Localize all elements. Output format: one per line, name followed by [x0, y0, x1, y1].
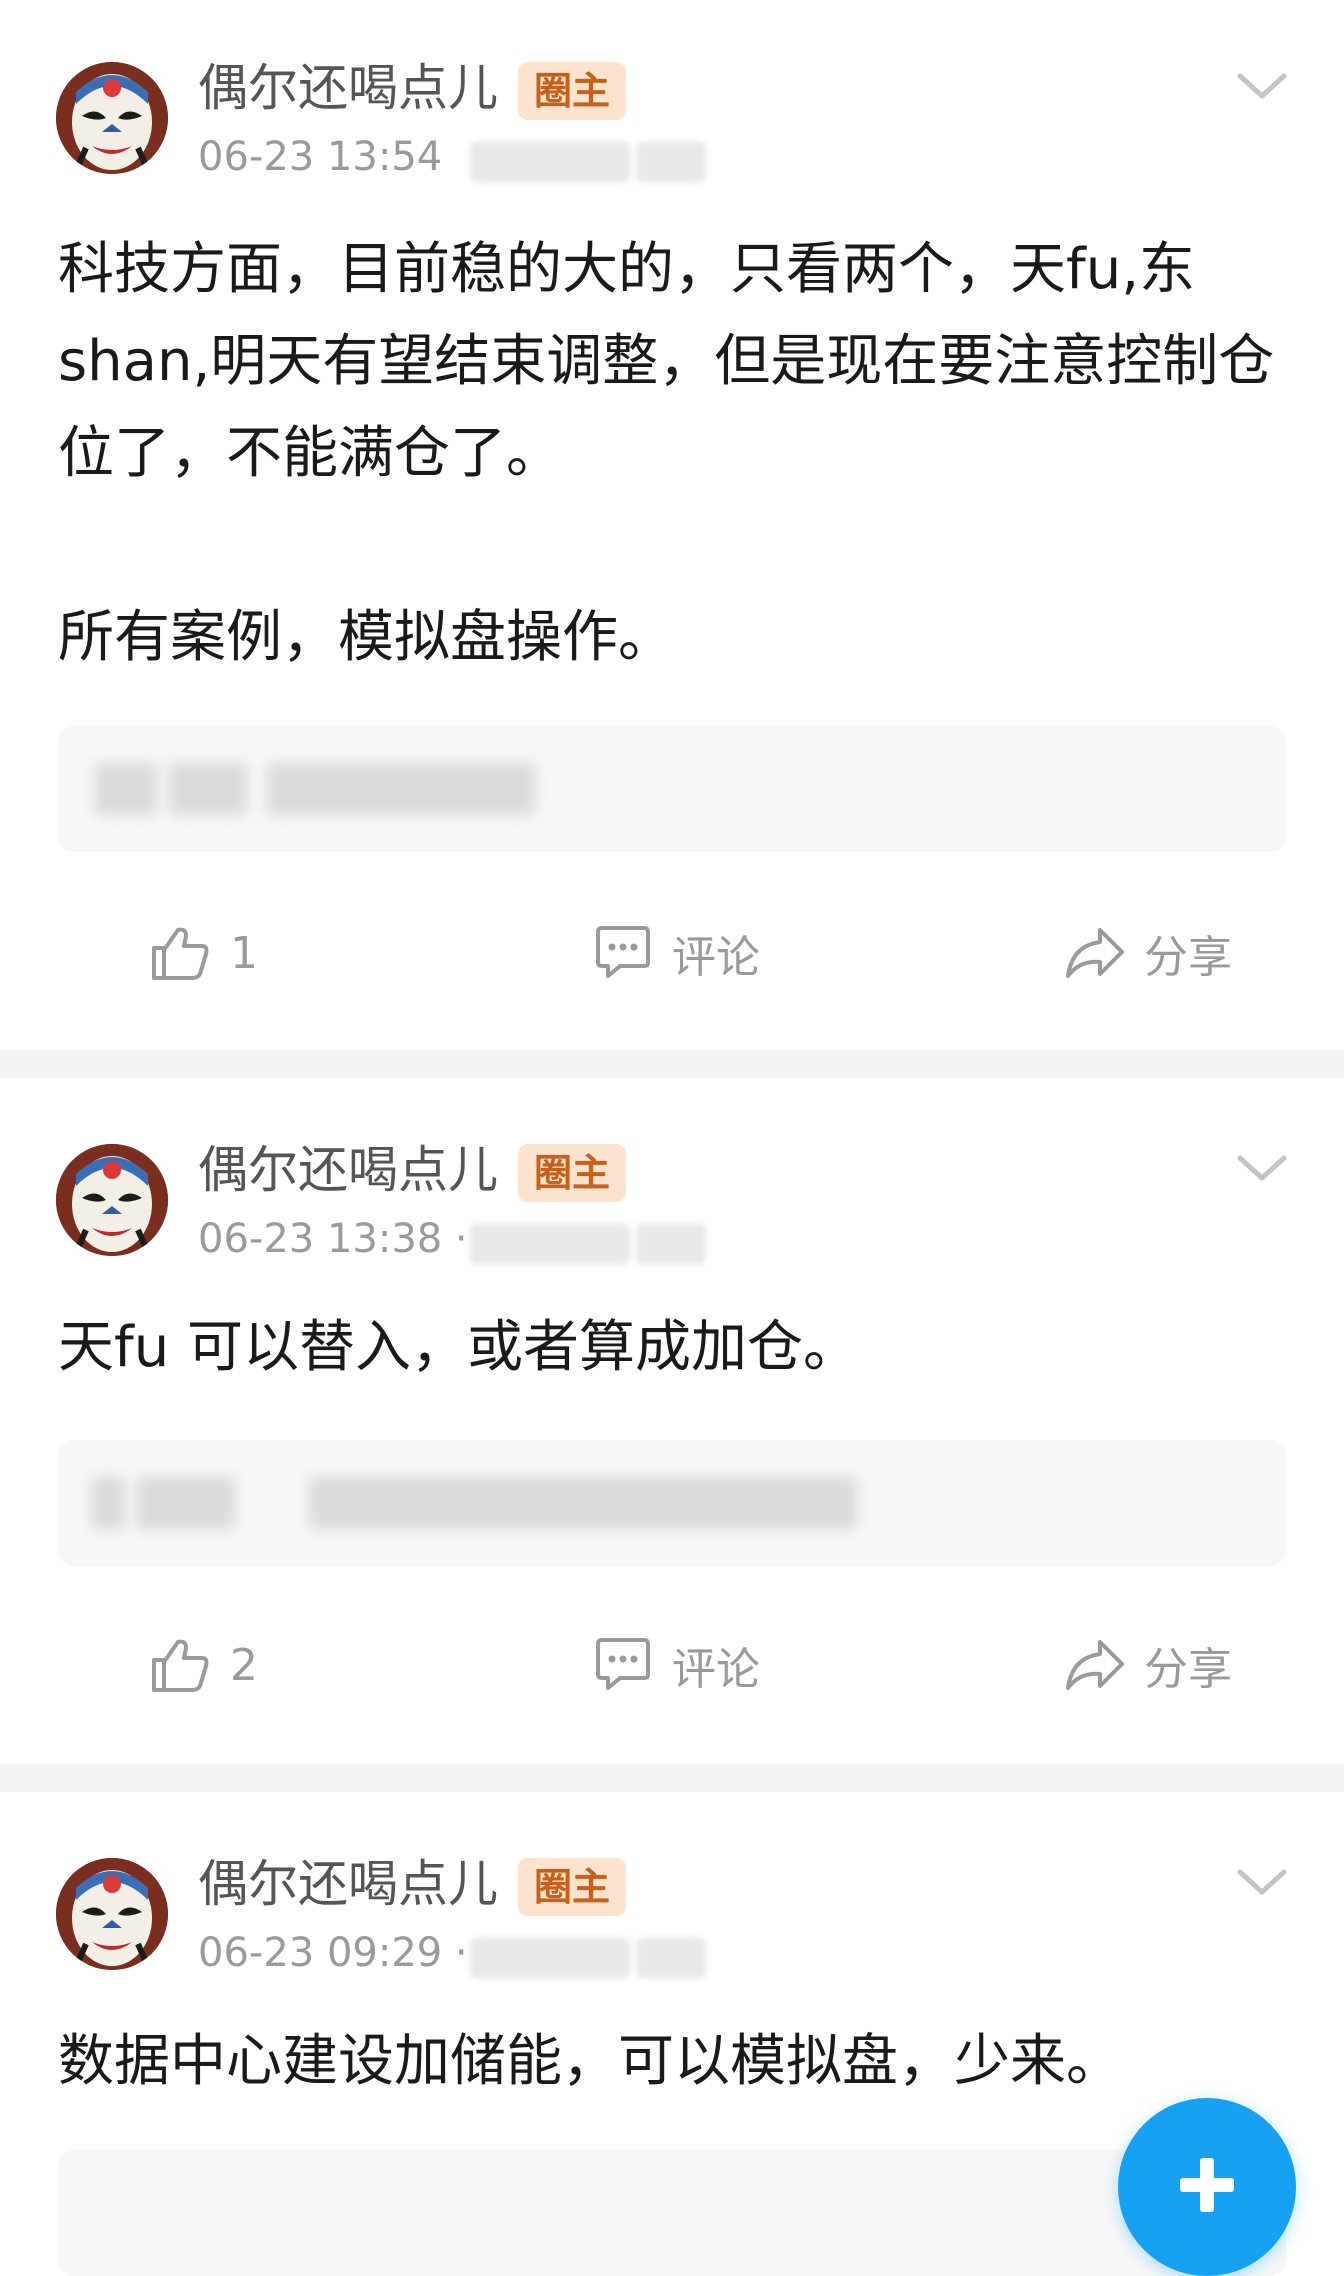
- post-timestamp: 06-23 09:29 ·: [198, 1930, 468, 1976]
- chevron-down-icon[interactable]: [1232, 62, 1292, 110]
- share-label: 分享: [1144, 1644, 1232, 1695]
- like-button[interactable]: 1: [150, 908, 258, 998]
- avatar[interactable]: [56, 1858, 168, 1970]
- opera-mask-avatar-image: [56, 1144, 168, 1256]
- share-arrow-icon: [1066, 1640, 1124, 1690]
- post-card: 偶尔还喝点儿 圈主 06-23 13:54 科技方面，目前稳的大的，只看两个，天…: [0, 0, 1344, 1058]
- post-divider: [0, 1050, 1344, 1078]
- thumbs-up-icon: [152, 927, 209, 980]
- post-actions: 2 评论 分享: [0, 1620, 1344, 1710]
- quoted-reference[interactable]: [58, 726, 1286, 852]
- share-label: 分享: [1144, 932, 1232, 983]
- thumbs-up-icon: [152, 1639, 209, 1692]
- post-content: 天fu 可以替入，或者算成加仓。: [58, 1315, 860, 1380]
- avatar[interactable]: [56, 62, 168, 174]
- redacted-location: [470, 1934, 740, 1982]
- redacted-location: [470, 138, 740, 186]
- post-content: 数据中心建设加储能，可以模拟盘，少来。: [58, 2029, 1122, 2094]
- like-button[interactable]: 2: [150, 1620, 258, 1710]
- comment-button[interactable]: 评论: [592, 908, 760, 998]
- owner-badge: 圈主: [518, 1858, 627, 1916]
- opera-mask-avatar-image: [56, 62, 168, 174]
- post-card: 偶尔还喝点儿 圈主 06-23 13:38 · 天fu 可以替入，或者算成加仓。…: [0, 1078, 1344, 1762]
- like-count: 1: [230, 927, 258, 979]
- post-timestamp: 06-23 13:54: [198, 134, 443, 180]
- post-content: 科技方面，目前稳的大的，只看两个，天fu,东shan,明天有望结束调整，但是现在…: [58, 237, 1275, 670]
- comment-bubble-icon: [596, 926, 650, 978]
- comment-bubble-icon: [596, 1638, 650, 1690]
- quoted-reference[interactable]: [58, 2150, 1286, 2276]
- author-name[interactable]: 偶尔还喝点儿: [198, 58, 498, 118]
- owner-badge: 圈主: [518, 62, 627, 120]
- comment-label: 评论: [672, 1644, 760, 1695]
- comment-button[interactable]: 评论: [592, 1620, 760, 1710]
- author-name[interactable]: 偶尔还喝点儿: [198, 1854, 498, 1914]
- post-actions: 1 评论 分享: [0, 908, 1344, 998]
- share-arrow-icon: [1066, 928, 1124, 978]
- compose-button[interactable]: [1118, 2098, 1296, 2276]
- chevron-down-icon[interactable]: [1232, 1858, 1292, 1906]
- opera-mask-avatar-image: [56, 1858, 168, 1970]
- author-name[interactable]: 偶尔还喝点儿: [198, 1140, 498, 1200]
- post-timestamp: 06-23 13:38 ·: [198, 1216, 468, 1262]
- chevron-down-icon[interactable]: [1232, 1144, 1292, 1192]
- avatar[interactable]: [56, 1144, 168, 1256]
- post-divider: [0, 1764, 1344, 1792]
- owner-badge: 圈主: [518, 1144, 627, 1202]
- share-button[interactable]: 分享: [1064, 1620, 1232, 1710]
- like-count: 2: [230, 1639, 258, 1691]
- quoted-reference[interactable]: [58, 1440, 1286, 1566]
- comment-label: 评论: [672, 932, 760, 983]
- share-button[interactable]: 分享: [1064, 908, 1232, 998]
- redacted-location: [470, 1220, 740, 1268]
